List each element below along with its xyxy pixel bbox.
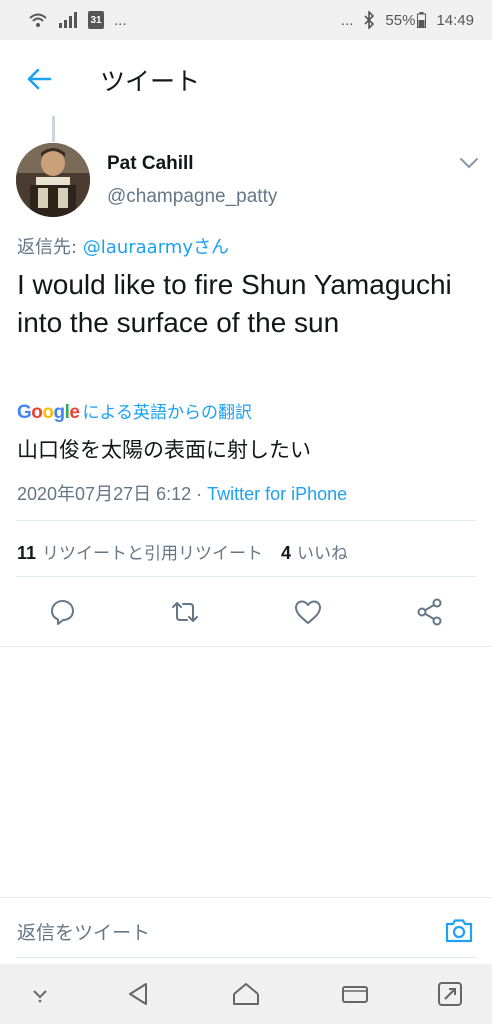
reply-compose-bar: 返信をツイート (0, 898, 492, 964)
likes-stat[interactable]: 4 いいね (281, 539, 348, 564)
top-header: ツイート (0, 40, 492, 118)
nav-back-icon[interactable] (124, 980, 154, 1008)
reply-to-line: 返信先: @lauraarmyさん (17, 233, 229, 259)
calendar-icon: 31 (88, 11, 104, 29)
battery-level: 55% (385, 11, 416, 29)
retweet-icon[interactable] (169, 596, 201, 628)
action-bar (0, 596, 492, 632)
timestamp: 2020年07月27日 6:12 · (17, 484, 208, 504)
translate-label: による英語からの翻訳 (82, 403, 252, 423)
status-right: ... 55% 14:49 (341, 11, 474, 29)
chevron-down-icon[interactable] (458, 155, 480, 171)
nav-expand-icon[interactable] (435, 980, 465, 1008)
reply-mention-link[interactable]: @lauraarmyさん (83, 237, 229, 258)
source-link[interactable]: Twitter for iPhone (207, 484, 347, 504)
likes-label: いいね (297, 544, 349, 564)
like-icon[interactable] (292, 596, 324, 628)
compose-underline (16, 957, 476, 958)
camera-icon[interactable] (443, 914, 475, 946)
wifi-icon (29, 13, 47, 27)
status-more-right: ... (340, 11, 354, 29)
translated-text: 山口俊を太陽の表面に射したい (17, 438, 311, 462)
divider (16, 576, 476, 577)
avatar-image (16, 143, 90, 217)
author-handle[interactable]: @champagne_patty (107, 186, 277, 208)
status-left: 31 ... (28, 11, 127, 29)
status-time: 14:49 (436, 11, 474, 29)
battery: 55% (385, 11, 427, 29)
thread-connector (52, 116, 55, 142)
status-more-left: ... (114, 11, 127, 29)
reply-icon[interactable] (46, 596, 78, 628)
signal-icon (59, 12, 77, 28)
reply-prefix: 返信先: (17, 237, 83, 258)
nav-down-icon[interactable] (25, 980, 55, 1008)
tweet-text: I would like to fire Shun Yamaguchi into… (17, 269, 452, 338)
avatar[interactable] (16, 143, 90, 217)
retweets-label: リツイートと引用リツイート (42, 544, 264, 564)
bluetooth-icon (364, 11, 375, 29)
translate-attribution[interactable]: Google による英語からの翻訳 (17, 398, 252, 424)
google-logo: Google (17, 402, 80, 423)
author-name[interactable]: Pat Cahill (107, 153, 194, 175)
nav-recents-icon[interactable] (340, 980, 370, 1008)
retweets-count: 11 (17, 543, 37, 563)
reply-input[interactable]: 返信をツイート (17, 918, 150, 945)
system-nav-bar (0, 964, 492, 1024)
section-divider (0, 646, 492, 647)
likes-count: 4 (281, 543, 292, 563)
divider (16, 520, 476, 521)
status-bar: 31 ... ... 55% 14:49 (0, 0, 492, 40)
back-arrow-icon[interactable] (26, 66, 52, 92)
retweets-stat[interactable]: 11 リツイートと引用リツイート (17, 539, 263, 564)
tweet-meta: 2020年07月27日 6:12 · Twitter for iPhone (17, 480, 347, 506)
engagement-stats: 11 リツイートと引用リツイート 4 いいね (17, 539, 348, 564)
nav-home-icon[interactable] (231, 980, 261, 1008)
share-icon[interactable] (414, 596, 446, 628)
battery-icon (417, 12, 427, 28)
page-title: ツイート (100, 67, 201, 96)
